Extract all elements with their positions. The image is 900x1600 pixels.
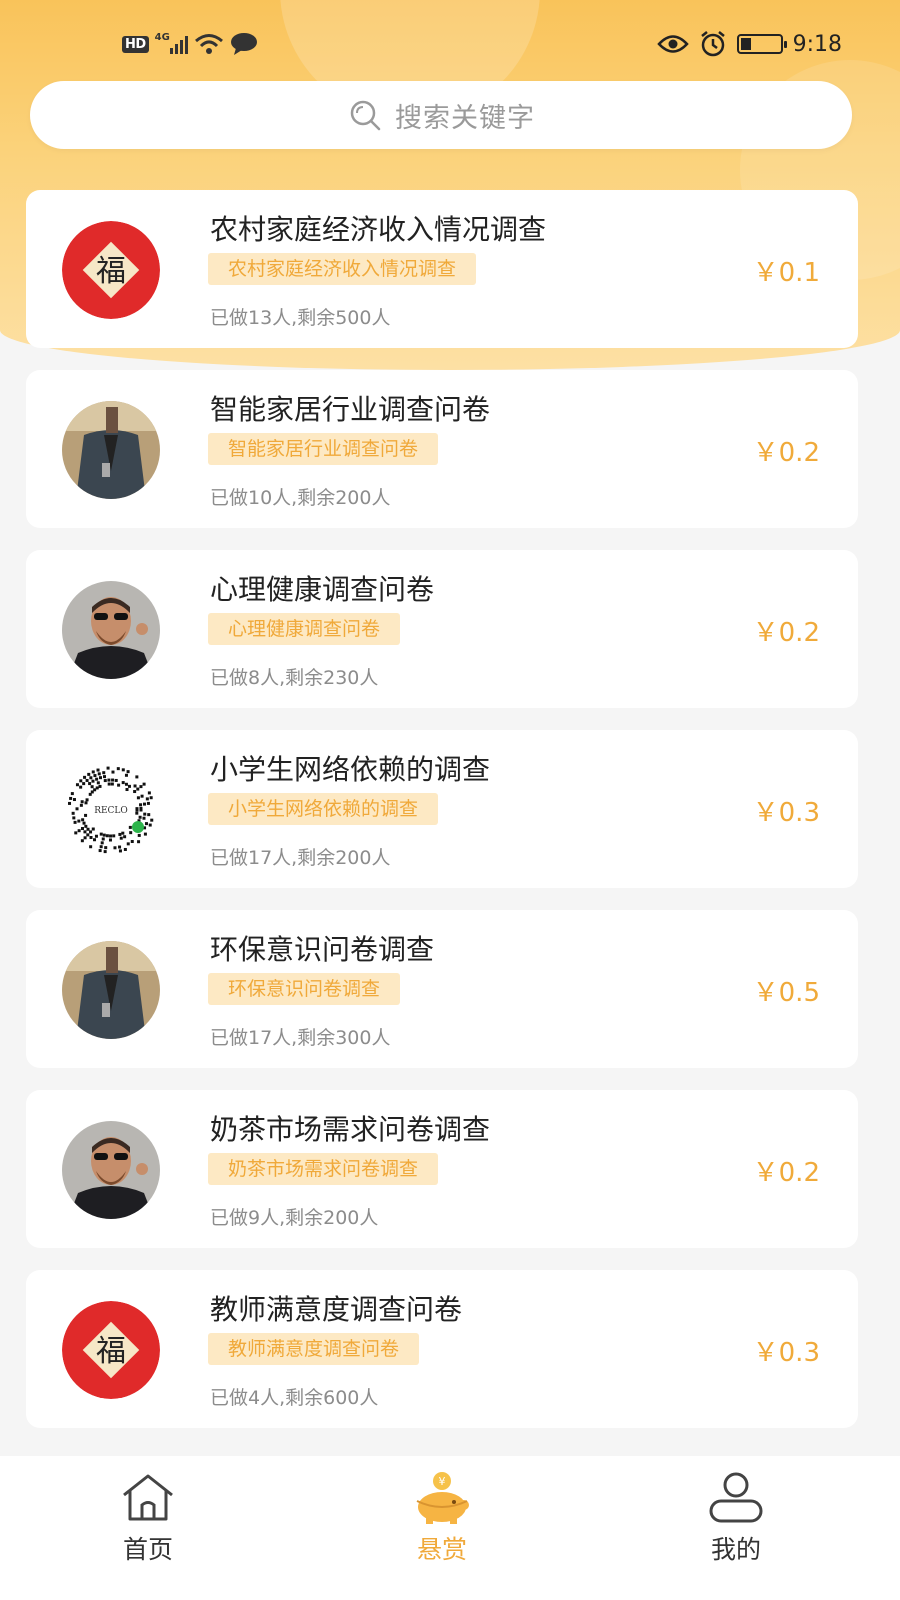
man-jacket-avatar [62,401,160,499]
survey-title: 智能家居行业调查问卷 [210,393,491,426]
fu-icon: 福 [62,1301,160,1399]
tab-mine-label: 我的 [710,1535,761,1564]
man-jacket-avatar [62,941,160,1039]
eye-icon [656,35,689,53]
survey-tag: 智能家居行业调查问卷 [208,433,439,465]
search-bar[interactable]: 搜索关键字 [30,81,852,149]
survey-stats: 已做4人,剩余600人 [210,1387,379,1409]
survey-tag: 教师满意度调查问卷 [208,1333,420,1365]
survey-title: 教师满意度调查问卷 [210,1293,463,1326]
survey-card[interactable]: 福 教师满意度调查问卷 教师满意度调查问卷 已做4人,剩余600人 ￥0.3 [26,1270,858,1428]
survey-list: 福 农村家庭经济收入情况调查 农村家庭经济收入情况调查 已做13人,剩余500人… [26,190,858,1450]
survey-title: 奶茶市场需求问卷调查 [210,1113,491,1146]
alarm-icon [700,31,725,57]
man-suit-avatar [62,1121,160,1219]
tab-home-label: 首页 [122,1535,173,1564]
search-icon [350,100,381,131]
svg-text:¥: ¥ [439,1475,446,1488]
survey-card[interactable]: 福 农村家庭经济收入情况调查 农村家庭经济收入情况调查 已做13人,剩余500人… [26,190,858,348]
signal-icon [169,34,188,54]
survey-stats: 已做10人,剩余200人 [210,487,391,509]
survey-stats: 已做8人,剩余230人 [210,667,379,689]
survey-title: 环保意识问卷调查 [210,933,435,966]
status-bar: HD 4G 9:18 [0,26,900,66]
qr-code-avatar: RECLO [62,761,160,859]
battery-icon [736,34,787,54]
survey-price: ￥0.3 [752,1338,820,1368]
home-icon [123,1474,173,1521]
message-icon [230,33,257,55]
survey-card[interactable]: RECLO 小学生网络依赖的调查 小学生网络依赖的调查 已做17人,剩余200人… [26,730,858,888]
man-suit-avatar [62,581,160,679]
survey-tag: 小学生网络依赖的调查 [208,793,439,825]
svg-text:福: 福 [96,1334,126,1369]
survey-stats: 已做17人,剩余300人 [210,1027,391,1049]
survey-price: ￥0.5 [752,978,820,1008]
tab-reward[interactable]: ¥ 悬赏 [372,1470,512,1580]
tab-home[interactable]: 首页 [78,1470,218,1580]
svg-text:RECLO: RECLO [94,806,128,816]
survey-price: ￥0.3 [752,798,820,828]
wifi-icon [194,34,223,54]
survey-tag: 心理健康调查问卷 [208,613,401,645]
survey-stats: 已做17人,剩余200人 [210,847,391,869]
survey-title: 心理健康调查问卷 [210,573,435,606]
user-icon [709,1472,763,1523]
survey-price: ￥0.2 [752,618,820,648]
survey-card[interactable]: 奶茶市场需求问卷调查 奶茶市场需求问卷调查 已做9人,剩余200人 ￥0.2 [26,1090,858,1248]
survey-price: ￥0.2 [752,1158,820,1188]
survey-tag: 环保意识问卷调查 [208,973,401,1005]
svg-text:福: 福 [96,254,126,289]
survey-card[interactable]: 心理健康调查问卷 心理健康调查问卷 已做8人,剩余230人 ￥0.2 [26,550,858,708]
survey-card[interactable]: 环保意识问卷调查 环保意识问卷调查 已做17人,剩余300人 ￥0.5 [26,910,858,1068]
bottom-tab-bar: 首页 ¥ 悬赏 我的 [0,1456,900,1600]
status-time: 9:18 [792,31,842,57]
survey-price: ￥0.1 [752,258,820,288]
survey-card[interactable]: 智能家居行业调查问卷 智能家居行业调查问卷 已做10人,剩余200人 ￥0.2 [26,370,858,528]
survey-title: 小学生网络依赖的调查 [210,753,491,786]
hd-indicator: HD [122,35,149,53]
survey-stats: 已做13人,剩余500人 [210,307,391,329]
tab-reward-label: 悬赏 [416,1535,467,1564]
fu-icon: 福 [62,221,160,319]
survey-tag: 农村家庭经济收入情况调查 [208,253,477,285]
piggy-bank-icon: ¥ [416,1472,469,1524]
network-type: 4G [154,31,170,43]
search-placeholder: 搜索关键字 [395,102,535,134]
survey-stats: 已做9人,剩余200人 [210,1207,379,1229]
survey-price: ￥0.2 [752,438,820,468]
tab-mine[interactable]: 我的 [666,1470,806,1580]
survey-tag: 奶茶市场需求问卷调查 [208,1153,439,1185]
survey-title: 农村家庭经济收入情况调查 [210,213,547,246]
